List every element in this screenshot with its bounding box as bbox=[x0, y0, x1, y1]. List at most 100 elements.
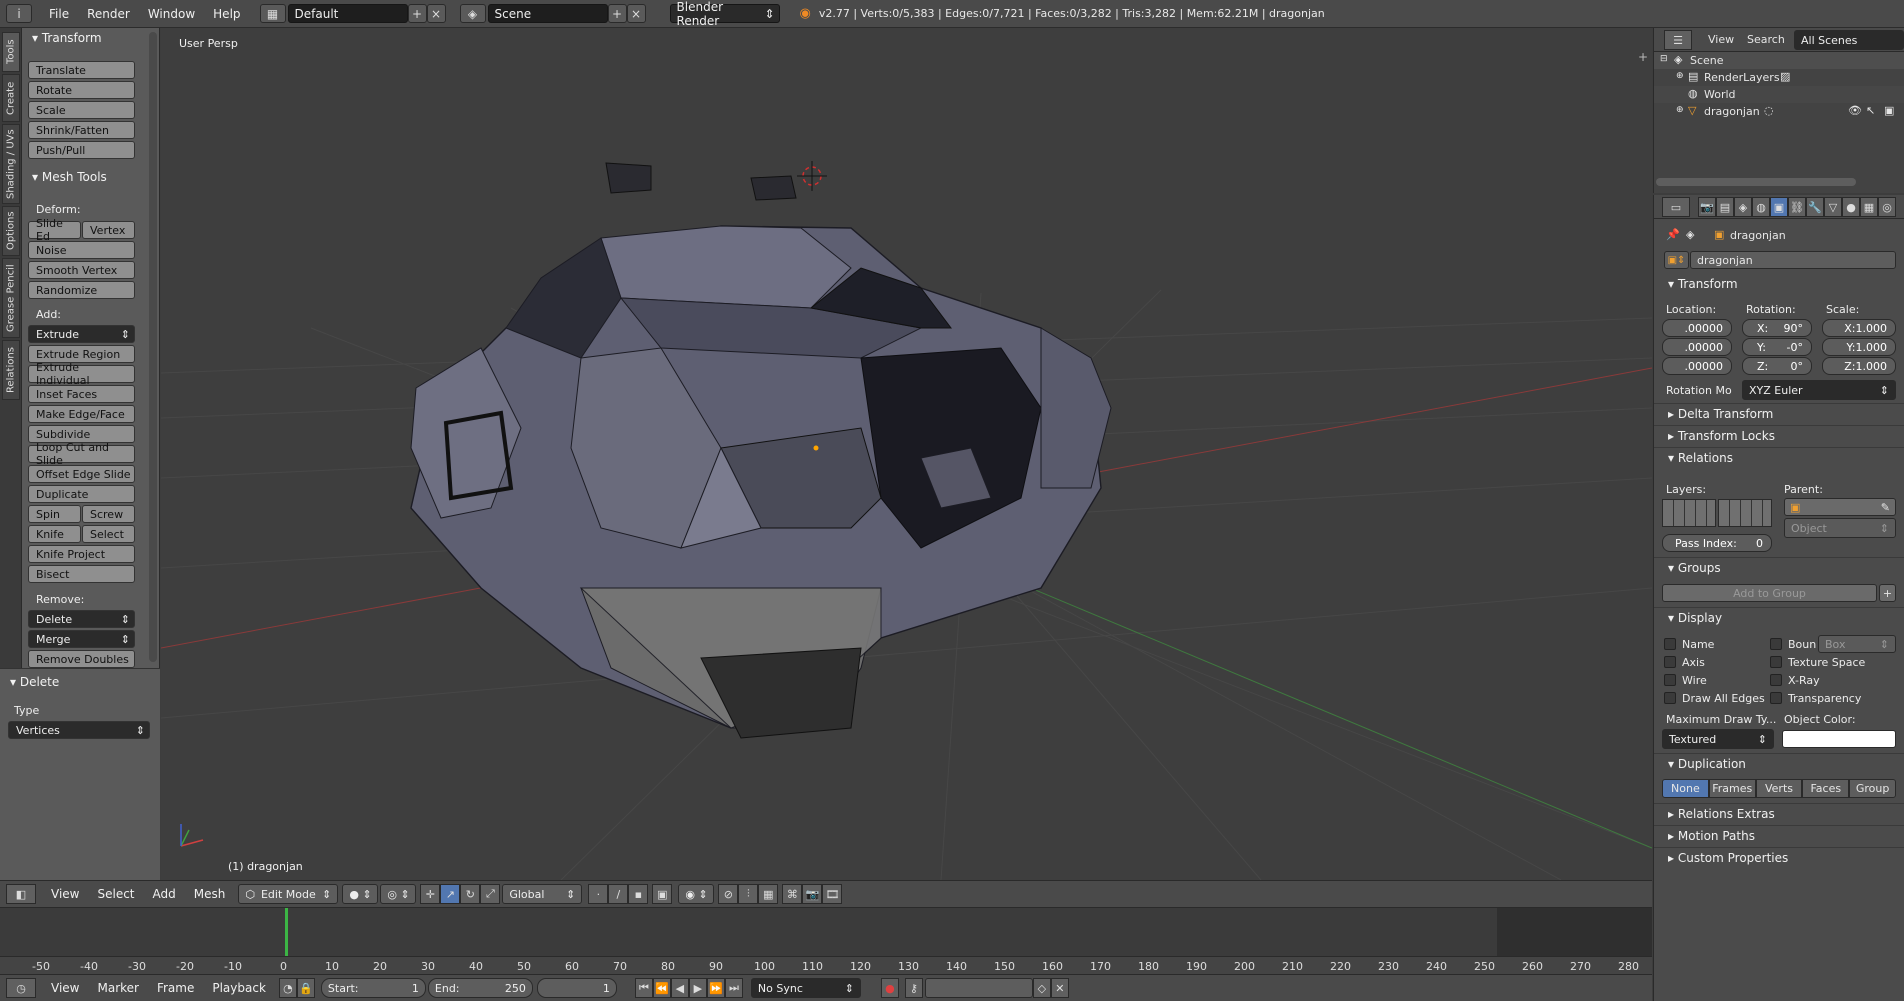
render-camera-icon[interactable]: ▣ bbox=[1884, 104, 1894, 117]
menu-marker[interactable]: Marker bbox=[88, 981, 147, 995]
transform-panel-header[interactable]: ▾ Transform bbox=[1668, 277, 1738, 291]
snap-element-icon[interactable]: ⫶ bbox=[738, 884, 759, 904]
outliner-row-scene[interactable]: ⊟ ◈ Scene bbox=[1654, 52, 1904, 69]
rotate-button[interactable]: Rotate bbox=[28, 81, 135, 99]
tab-shading-uvs[interactable]: Shading / UVs bbox=[2, 124, 20, 204]
menu-render[interactable]: Render bbox=[78, 7, 139, 21]
scale-manipulator-icon[interactable]: ⤢ bbox=[480, 884, 501, 904]
limit-selection-icon[interactable]: ▣ bbox=[652, 884, 673, 904]
motion-paths-header[interactable]: ▸ Motion Paths bbox=[1668, 829, 1755, 843]
relations-header[interactable]: ▾ Relations bbox=[1668, 451, 1733, 465]
constraints-tab-icon[interactable]: ⛓ bbox=[1788, 197, 1806, 217]
lock-range-icon[interactable]: 🔒 bbox=[296, 978, 315, 998]
expand-icon[interactable]: ⊕ bbox=[1676, 71, 1684, 81]
menu-add[interactable]: Add bbox=[144, 887, 185, 901]
menu-file[interactable]: File bbox=[40, 7, 78, 21]
outliner-menu-search[interactable]: Search bbox=[1747, 33, 1785, 46]
viewport-shading-dropdown[interactable]: ● ⇕ bbox=[342, 884, 379, 904]
jump-keyframe-forward-icon[interactable]: ⏩ bbox=[706, 978, 725, 998]
face-select-icon[interactable]: ▪ bbox=[628, 884, 649, 904]
remove-doubles-button[interactable]: Remove Doubles bbox=[28, 650, 135, 668]
parent-field[interactable]: ▣ ✎ bbox=[1784, 498, 1896, 516]
data-tab-icon[interactable]: ▽ bbox=[1824, 197, 1842, 217]
display-wire-checkbox[interactable] bbox=[1664, 674, 1676, 686]
keying-set-field[interactable] bbox=[924, 978, 1033, 998]
scene-icon[interactable]: ◈ bbox=[459, 4, 486, 23]
vertex-select-icon[interactable]: · bbox=[588, 884, 609, 904]
knife-select-button[interactable]: Select bbox=[82, 525, 135, 543]
add-to-group-button[interactable]: Add to Group bbox=[1662, 584, 1877, 602]
outliner-editor-icon[interactable]: ☰ bbox=[1664, 30, 1692, 50]
delta-transform-header[interactable]: ▸ Delta Transform bbox=[1668, 407, 1773, 421]
menu-playback[interactable]: Playback bbox=[203, 981, 275, 995]
visibility-eye-icon[interactable]: 👁 bbox=[1848, 104, 1862, 117]
groups-header[interactable]: ▾ Groups bbox=[1668, 561, 1721, 575]
shrink-fatten-button[interactable]: Shrink/Fatten bbox=[28, 121, 135, 139]
slide-vertex-button[interactable]: Vertex bbox=[82, 221, 135, 239]
sync-dropdown[interactable]: No Sync ⇕ bbox=[750, 978, 861, 998]
delete-menu[interactable]: Delete ⇕ bbox=[28, 610, 135, 628]
menu-timeline-view[interactable]: View bbox=[42, 981, 88, 995]
dup-faces-button[interactable]: Faces bbox=[1802, 779, 1850, 798]
layers-grid-left[interactable] bbox=[1662, 499, 1716, 527]
transparency-checkbox[interactable] bbox=[1770, 692, 1782, 704]
translate-button[interactable]: Translate bbox=[28, 61, 135, 79]
properties-toggle-icon[interactable]: + bbox=[1638, 50, 1648, 64]
screen-layout-icon[interactable]: ▦ bbox=[259, 4, 286, 23]
transform-panel-header[interactable]: ▾ Transform bbox=[32, 31, 102, 45]
add-layout-icon[interactable]: + bbox=[407, 4, 427, 23]
screen-layout-field[interactable]: Default bbox=[287, 4, 408, 23]
parent-type-dropdown[interactable]: Object ⇕ bbox=[1784, 518, 1896, 538]
bounds-type-dropdown[interactable]: Box ⇕ bbox=[1818, 635, 1896, 653]
bisect-button[interactable]: Bisect bbox=[28, 565, 135, 583]
transform-orientation-dropdown[interactable]: Global ⇕ bbox=[502, 884, 583, 904]
rotation-z-field[interactable]: Z: 0° bbox=[1742, 357, 1812, 375]
tab-create[interactable]: Create bbox=[2, 74, 20, 122]
car-mesh[interactable] bbox=[410, 162, 1112, 739]
3d-viewport[interactable]: User Persp (1) dragonjan + bbox=[161, 28, 1652, 880]
offset-edge-slide-button[interactable]: Offset Edge Slide bbox=[28, 465, 135, 483]
render-tab-icon[interactable]: 📷 bbox=[1698, 197, 1716, 217]
mesh-tools-panel-header[interactable]: ▾ Mesh Tools bbox=[32, 170, 107, 184]
knife-project-button[interactable]: Knife Project bbox=[28, 545, 135, 563]
tab-options[interactable]: Options bbox=[2, 206, 20, 256]
render-layers-tab-icon[interactable]: ▤ bbox=[1716, 197, 1734, 217]
outliner-row-renderlayers[interactable]: ⊕ ▤ RenderLayers ▨ bbox=[1654, 69, 1904, 86]
manipulator-toggle-icon[interactable]: ✛ bbox=[420, 884, 441, 904]
pass-index-field[interactable]: Pass Index: 0 bbox=[1662, 534, 1772, 552]
outliner-row-world[interactable]: ◍ World bbox=[1654, 86, 1904, 103]
location-x-field[interactable]: .00000 bbox=[1662, 319, 1732, 337]
scene-field[interactable]: Scene bbox=[487, 4, 608, 23]
menu-help[interactable]: Help bbox=[204, 7, 249, 21]
duplication-header[interactable]: ▾ Duplication bbox=[1668, 757, 1746, 771]
menu-window[interactable]: Window bbox=[139, 7, 204, 21]
object-type-icon[interactable]: ▣⇕ bbox=[1664, 251, 1689, 269]
material-tab-icon[interactable]: ● bbox=[1842, 197, 1860, 217]
rotation-y-field[interactable]: Y: -0° bbox=[1742, 338, 1812, 356]
merge-menu[interactable]: Merge ⇕ bbox=[28, 630, 135, 648]
randomize-button[interactable]: Randomize bbox=[28, 281, 135, 299]
smooth-vertex-button[interactable]: Smooth Vertex bbox=[28, 261, 135, 279]
scale-button[interactable]: Scale bbox=[28, 101, 135, 119]
bounds-checkbox[interactable] bbox=[1770, 638, 1782, 650]
edge-select-icon[interactable]: / bbox=[608, 884, 629, 904]
loop-cut-button[interactable]: Loop Cut and Slide bbox=[28, 441, 135, 467]
texture-tab-icon[interactable]: ▦ bbox=[1860, 197, 1878, 217]
menu-view[interactable]: View bbox=[42, 887, 88, 901]
tab-relations[interactable]: Relations bbox=[2, 340, 20, 400]
outliner-menu-view[interactable]: View bbox=[1708, 33, 1734, 46]
rotation-mode-dropdown[interactable]: XYZ Euler ⇕ bbox=[1742, 380, 1896, 400]
timeline-editor-type-icon[interactable]: ◷ bbox=[6, 978, 36, 998]
mode-dropdown[interactable]: ⬡ Edit Mode ⇕ bbox=[238, 884, 339, 904]
object-color-swatch[interactable] bbox=[1782, 730, 1896, 748]
timeline-area[interactable]: -50 -40 -30 -20 -10 0 10 20 30 40 50 60 … bbox=[0, 907, 1652, 975]
modifiers-tab-icon[interactable]: 🔧 bbox=[1806, 197, 1824, 217]
pin-icon[interactable]: 📌 bbox=[1666, 228, 1680, 241]
snap-target-icon[interactable]: ▦ bbox=[758, 884, 779, 904]
outliner-hscrollbar[interactable] bbox=[1656, 178, 1856, 186]
custom-properties-header[interactable]: ▸ Custom Properties bbox=[1668, 851, 1788, 865]
preview-range-icon[interactable]: ◔ bbox=[278, 978, 297, 998]
knife-button[interactable]: Knife bbox=[28, 525, 81, 543]
translate-manipulator-icon[interactable]: ↗ bbox=[440, 884, 461, 904]
info-editor-icon[interactable]: i bbox=[6, 4, 32, 23]
